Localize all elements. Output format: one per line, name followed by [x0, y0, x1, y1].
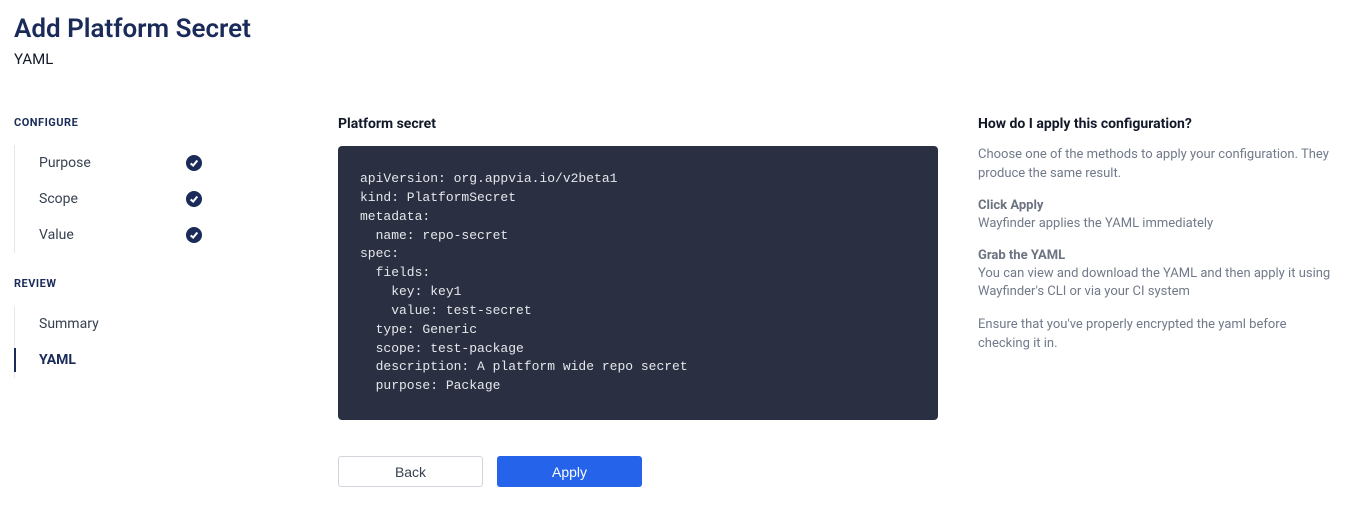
check-icon — [186, 191, 202, 207]
help-encrypt-text: Ensure that you've properly encrypted th… — [978, 316, 1334, 354]
sidebar-item-yaml[interactable]: YAML — [15, 342, 318, 378]
help-grab-yaml-label: Grab the YAML — [978, 248, 1334, 263]
review-section-label: REVIEW — [14, 277, 318, 290]
help-title: How do I apply this configuration? — [978, 116, 1334, 132]
button-row: Back Apply — [338, 456, 938, 487]
help-intro-text: Choose one of the methods to apply your … — [978, 146, 1334, 184]
platform-secret-label: Platform secret — [338, 116, 938, 132]
help-grab-yaml-text: You can view and download the YAML and t… — [978, 265, 1334, 303]
help-click-apply-text: Wayfinder applies the YAML immediately — [978, 215, 1334, 234]
sidebar-item-scope[interactable]: Scope — [15, 181, 318, 217]
sidebar: CONFIGURE Purpose Scope Value RE — [14, 116, 338, 402]
check-icon — [186, 227, 202, 243]
page-title: Add Platform Secret — [14, 14, 1334, 44]
sidebar-item-label: Summary — [39, 316, 318, 332]
apply-button[interactable]: Apply — [497, 456, 642, 487]
review-nav: Summary YAML — [14, 306, 318, 378]
sidebar-item-label: Purpose — [39, 155, 186, 171]
page-subtitle: YAML — [14, 50, 1334, 68]
layout: CONFIGURE Purpose Scope Value RE — [14, 116, 1334, 487]
help-panel: How do I apply this configuration? Choos… — [978, 116, 1334, 368]
sidebar-item-value[interactable]: Value — [15, 217, 318, 253]
sidebar-item-label: Value — [39, 227, 186, 243]
sidebar-item-purpose[interactable]: Purpose — [15, 145, 318, 181]
back-button[interactable]: Back — [338, 456, 483, 487]
sidebar-item-label: Scope — [39, 191, 186, 207]
sidebar-item-summary[interactable]: Summary — [15, 306, 318, 342]
configure-nav: Purpose Scope Value — [14, 145, 318, 253]
main-content: Platform secret apiVersion: org.appvia.i… — [338, 116, 978, 487]
sidebar-item-label: YAML — [39, 352, 318, 368]
help-click-apply-label: Click Apply — [978, 198, 1334, 213]
configure-section-label: CONFIGURE — [14, 116, 318, 129]
check-icon — [186, 155, 202, 171]
yaml-code-block[interactable]: apiVersion: org.appvia.io/v2beta1 kind: … — [338, 146, 938, 420]
